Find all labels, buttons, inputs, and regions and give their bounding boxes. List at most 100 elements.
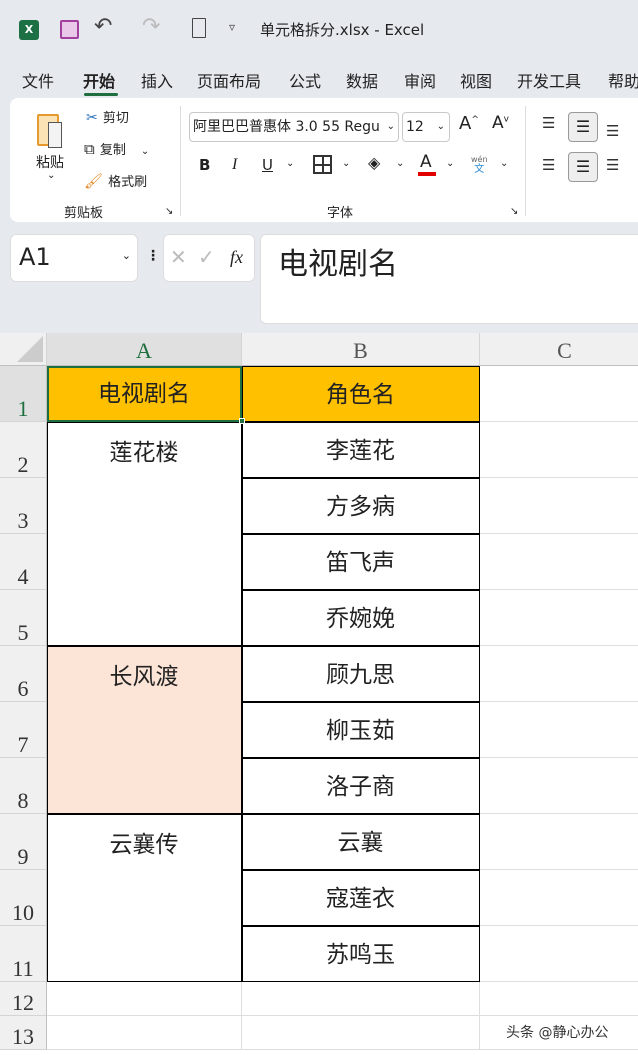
column-header-b[interactable]: B [242,333,480,366]
tab-developer[interactable]: 开发工具 [517,68,581,92]
title-bar: X ↶ ↷ ▿ 单元格拆分.xlsx - Excel [0,0,638,60]
formula-input[interactable]: 电视剧名 [260,234,638,324]
chevron-down-icon[interactable]: ⌄ [342,158,350,169]
formula-content: 电视剧名 [278,247,398,282]
excel-logo-icon: X [19,20,39,40]
row-header-11[interactable]: 11 [0,926,47,982]
grid-line [47,1016,480,1050]
cell-role-name[interactable]: 笛飞声 [241,533,480,590]
row-header-5[interactable]: 5 [0,590,47,646]
spreadsheet-grid[interactable]: A B C 1 2 3 4 5 6 7 8 9 10 11 12 13 电视剧名 角色名 莲花楼 李莲花 方多病… [0,333,638,1055]
borders-icon[interactable] [313,155,332,174]
insert-function-icon[interactable]: fx [230,247,243,268]
bold-button[interactable]: B [199,156,210,174]
select-all-corner[interactable] [0,333,47,366]
cell-role-name[interactable]: 洛子商 [241,757,480,814]
increase-font-size-icon[interactable]: A^ [459,113,479,134]
font-size-select[interactable]: 12 ⌄ [402,112,450,142]
font-group-label: 字体 [327,206,354,221]
cell-role-name[interactable]: 方多病 [241,477,480,534]
cell-role-name[interactable]: 顾九思 [241,645,480,702]
fill-handle[interactable] [239,418,245,424]
tab-page-layout[interactable]: 页面布局 [197,68,261,92]
row-header-10[interactable]: 10 [0,870,47,926]
cell-show-name[interactable]: 长风渡 [46,645,242,814]
row-header-7[interactable]: 7 [0,702,47,758]
paste-label: 粘贴 [36,155,64,171]
font-color-icon[interactable]: A [420,152,432,172]
chevron-down-icon[interactable]: ⌄ [446,158,454,169]
copy-label: 复制 [99,143,126,158]
row-header-8[interactable]: 8 [0,758,47,814]
undo-icon[interactable]: ↶ [94,14,112,39]
tab-data[interactable]: 数据 [346,68,378,92]
dialog-launcher-icon[interactable]: ↘ [165,206,173,217]
tab-review[interactable]: 审阅 [404,68,436,92]
copy-button[interactable]: ⧉ 复制 ⌄ [84,139,149,158]
format-painter-label: 格式刷 [108,175,148,190]
chevron-down-icon[interactable]: ⌄ [500,158,508,169]
tab-view[interactable]: 视图 [460,68,492,92]
scissors-icon: ✂ [86,110,98,126]
cell-a1[interactable]: 电视剧名 [46,365,242,422]
save-icon[interactable] [60,20,79,39]
name-box[interactable]: A1 ⌄ [10,234,138,282]
tab-home[interactable]: 开始 [83,68,115,92]
customize-icon[interactable]: ▿ [229,20,235,34]
align-top-icon[interactable]: ☰ [542,114,555,132]
clipboard-group-label: 剪贴板 [64,206,104,221]
chevron-down-icon[interactable]: ⌄ [122,249,131,262]
align-middle-button[interactable]: ☰ [568,112,598,142]
cell-role-name[interactable]: 李莲花 [241,421,480,478]
column-header-c[interactable]: C [480,333,638,366]
cell-b1[interactable]: 角色名 [241,365,480,422]
active-tab-indicator [84,93,118,96]
more-icon[interactable]: ⋮ [146,248,160,264]
paste-button[interactable]: 粘贴 ⌄ [30,108,76,188]
cell-role-name[interactable]: 寇莲衣 [241,869,480,926]
cell-show-name[interactable]: 云襄传 [46,813,242,982]
tab-file[interactable]: 文件 [22,68,54,92]
dialog-launcher-icon[interactable]: ↘ [510,206,518,217]
row-header-13[interactable]: 13 [0,1016,47,1050]
redo-icon[interactable]: ↷ [142,14,160,39]
cell-role-name[interactable]: 云襄 [241,813,480,870]
chevron-down-icon[interactable]: ⌄ [396,158,404,169]
tab-insert[interactable]: 插入 [141,68,173,92]
cell-role-name[interactable]: 乔婉娩 [241,589,480,646]
row-header-12[interactable]: 12 [0,982,47,1016]
row-header-4[interactable]: 4 [0,534,47,590]
phonetic-guide-icon[interactable]: wén 文 [471,155,488,175]
underline-button[interactable]: U [262,156,273,174]
cancel-icon[interactable]: ✕ [170,245,187,269]
italic-button[interactable]: I [232,156,237,174]
decrease-font-size-icon[interactable]: Av [492,113,509,133]
align-left-icon[interactable]: ☰ [542,156,555,174]
cell-show-name[interactable]: 莲花楼 [46,421,242,646]
font-name-select[interactable]: 阿里巴巴普惠体 3.0 55 Regu ⌄ [189,112,399,142]
column-header-a[interactable]: A [47,333,242,366]
row-header-1[interactable]: 1 [0,366,47,422]
cut-button[interactable]: ✂ 剪切 [86,107,129,126]
fill-color-icon[interactable]: ◈ [368,153,380,172]
row-header-2[interactable]: 2 [0,422,47,478]
cell-role-name[interactable]: 苏鸣玉 [241,925,480,982]
row-header-9[interactable]: 9 [0,814,47,870]
align-center-button[interactable]: ☰ [568,152,598,182]
phonetic-bottom: 文 [474,164,485,175]
chevron-down-icon[interactable]: ⌄ [286,158,294,169]
tab-help[interactable]: 帮助 [608,68,638,92]
tab-formulas[interactable]: 公式 [289,68,321,92]
align-right-icon[interactable]: ☰ [606,156,619,174]
row-header-6[interactable]: 6 [0,646,47,702]
enter-icon[interactable]: ✓ [198,245,215,269]
cell-role-name[interactable]: 柳玉茹 [241,701,480,758]
format-painter-button[interactable]: 🖌 格式刷 [84,171,147,190]
chevron-down-icon[interactable]: ⌄ [141,146,149,157]
formula-buttons: ✕ ✓ fx [163,234,255,282]
row-header-3[interactable]: 3 [0,478,47,534]
align-bottom-icon[interactable]: ☰ [606,122,619,140]
copy-icon: ⧉ [84,140,95,158]
print-preview-icon[interactable] [192,18,206,38]
chevron-down-icon: ⌄ [47,170,56,181]
